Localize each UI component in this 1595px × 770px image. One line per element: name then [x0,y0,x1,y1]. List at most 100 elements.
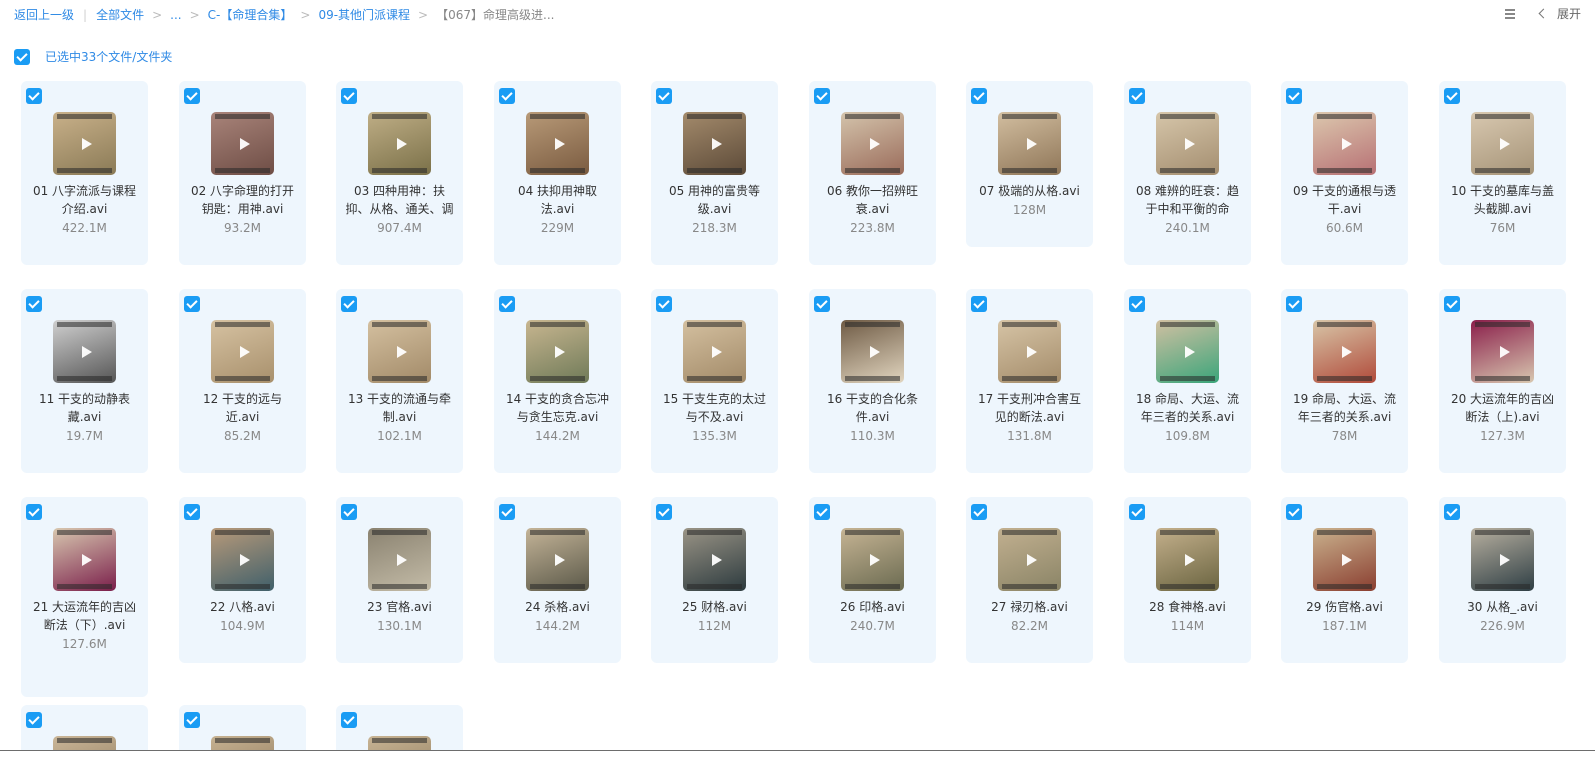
file-checkbox[interactable] [971,504,987,520]
file-checkbox[interactable] [184,712,200,728]
file-card[interactable]: 13 干支的流通与牵制.avi 102.1M [336,289,463,473]
file-checkbox[interactable] [1286,504,1302,520]
file-checkbox[interactable] [1444,296,1460,312]
file-card[interactable]: 16 干支的合化条件.avi 110.3M [809,289,936,473]
file-checkbox[interactable] [26,712,42,728]
file-name[interactable]: 27 禄刃格.avi [974,598,1085,616]
file-checkbox[interactable] [184,296,200,312]
file-name[interactable]: 29 伤官格.avi [1289,598,1400,616]
file-checkbox[interactable] [1286,296,1302,312]
file-checkbox[interactable] [656,296,672,312]
file-checkbox[interactable] [1286,88,1302,104]
file-checkbox[interactable] [341,88,357,104]
back-link[interactable]: 返回上一级 [14,6,74,23]
file-name[interactable]: 21 大运流年的吉凶断法（下）.avi [29,598,140,634]
file-name[interactable]: 03 四种用神：扶抑、从格、通关、调候.avi [344,182,455,218]
file-card[interactable]: 19 命局、大运、流年三者的关系.avi 78M [1281,289,1408,473]
file-name[interactable]: 09 干支的通根与透干.avi [1289,182,1400,218]
file-checkbox[interactable] [656,88,672,104]
file-name[interactable]: 14 干支的贪合忘冲与贪生忘克.avi [502,390,613,426]
file-checkbox[interactable] [971,88,987,104]
file-checkbox[interactable] [26,504,42,520]
file-checkbox[interactable] [184,88,200,104]
file-card[interactable]: 29 伤官格.avi 187.1M [1281,497,1408,663]
breadcrumb-ellipsis[interactable]: ... [170,8,181,22]
file-card[interactable]: 23 官格.avi 130.1M [336,497,463,663]
file-card[interactable]: 30 从格_.avi 226.9M [1439,497,1566,663]
file-checkbox[interactable] [814,296,830,312]
file-card[interactable]: 28 食神格.avi 114M [1124,497,1251,663]
file-card[interactable]: 02 八字命理的打开钥匙：用神.avi 93.2M [179,81,306,265]
expand-button[interactable]: 展开 [1538,5,1581,22]
file-card[interactable]: 25 财格.avi 112M [651,497,778,663]
file-checkbox[interactable] [1444,504,1460,520]
file-name[interactable]: 01 八字流派与课程介绍.avi [29,182,140,218]
file-card[interactable]: 11 干支的动静表藏.avi 19.7M [21,289,148,473]
file-checkbox[interactable] [184,504,200,520]
file-name[interactable]: 15 干支生克的太过与不及.avi [659,390,770,426]
file-card[interactable]: 03 四种用神：扶抑、从格、通关、调候.avi 907.4M [336,81,463,265]
file-name[interactable]: 19 命局、大运、流年三者的关系.avi [1289,390,1400,426]
file-name[interactable]: 18 命局、大运、流年三者的关系.avi [1132,390,1243,426]
file-checkbox[interactable] [341,504,357,520]
file-name[interactable]: 12 干支的远与近.avi [187,390,298,426]
file-name[interactable]: 13 干支的流通与牵制.avi [344,390,455,426]
file-checkbox[interactable] [499,504,515,520]
file-card[interactable]: 15 干支生克的太过与不及.avi 135.3M [651,289,778,473]
file-name[interactable]: 16 干支的合化条件.avi [817,390,928,426]
file-checkbox[interactable] [814,88,830,104]
file-card[interactable]: 18 命局、大运、流年三者的关系.avi 109.8M [1124,289,1251,473]
file-name[interactable]: 20 大运流年的吉凶断法（上).avi [1447,390,1558,426]
file-checkbox[interactable] [26,296,42,312]
file-name[interactable]: 08 难辨的旺衰：趋于中和平衡的命局.avi [1132,182,1243,218]
file-checkbox[interactable] [971,296,987,312]
file-card[interactable]: 06 教你一招辨旺衰.avi 223.8M [809,81,936,265]
file-name[interactable]: 02 八字命理的打开钥匙：用神.avi [187,182,298,218]
file-card[interactable]: 04 扶抑用神取法.avi 229M [494,81,621,265]
file-name[interactable]: 23 官格.avi [344,598,455,616]
file-card[interactable]: 08 难辨的旺衰：趋于中和平衡的命局.avi 240.1M [1124,81,1251,265]
file-card[interactable]: 24 杀格.avi 144.2M [494,497,621,663]
file-card[interactable]: 21 大运流年的吉凶断法（下）.avi 127.6M [21,497,148,697]
file-checkbox[interactable] [656,504,672,520]
breadcrumb-mingli-collection[interactable]: C-【命理合集】 [208,6,293,23]
file-name[interactable]: 10 干支的墓库与盖头截脚.avi [1447,182,1558,218]
file-checkbox[interactable] [814,504,830,520]
file-card[interactable]: 05 用神的富贵等级.avi 218.3M [651,81,778,265]
list-view-icon[interactable] [1504,8,1516,20]
file-checkbox[interactable] [499,296,515,312]
select-all-checkbox[interactable] [14,48,30,65]
file-card[interactable]: 01 八字流派与课程介绍.avi 422.1M [21,81,148,265]
file-card[interactable]: 14 干支的贪合忘冲与贪生忘克.avi 144.2M [494,289,621,473]
file-checkbox[interactable] [1129,504,1145,520]
file-name[interactable]: 04 扶抑用神取法.avi [502,182,613,218]
file-name[interactable]: 26 印格.avi [817,598,928,616]
file-card[interactable]: 12 干支的远与近.avi 85.2M [179,289,306,473]
file-card[interactable]: 07 极端的从格.avi 128M [966,81,1093,247]
file-checkbox[interactable] [1129,88,1145,104]
file-name[interactable]: 25 财格.avi [659,598,770,616]
file-name[interactable]: 28 食神格.avi [1132,598,1243,616]
breadcrumb-other-schools[interactable]: 09-其他门派课程 [318,6,410,23]
file-card[interactable]: 10 干支的墓库与盖头截脚.avi 76M [1439,81,1566,265]
file-card[interactable]: 22 八格.avi 104.9M [179,497,306,663]
file-card[interactable]: 09 干支的通根与透干.avi 60.6M [1281,81,1408,265]
file-checkbox[interactable] [1444,88,1460,104]
file-checkbox[interactable] [341,712,357,728]
file-checkbox[interactable] [499,88,515,104]
file-name[interactable]: 22 八格.avi [187,598,298,616]
file-name[interactable]: 06 教你一招辨旺衰.avi [817,182,928,218]
file-card[interactable]: 26 印格.avi 240.7M [809,497,936,663]
file-card[interactable]: 20 大运流年的吉凶断法（上).avi 127.3M [1439,289,1566,473]
file-checkbox[interactable] [341,296,357,312]
breadcrumb-all-files[interactable]: 全部文件 [96,6,144,23]
file-checkbox[interactable] [26,88,42,104]
file-name[interactable]: 24 杀格.avi [502,598,613,616]
file-name[interactable]: 11 干支的动静表藏.avi [29,390,140,426]
file-name[interactable]: 07 极端的从格.avi [974,182,1085,200]
file-name[interactable]: 05 用神的富贵等级.avi [659,182,770,218]
file-card[interactable]: 27 禄刃格.avi 82.2M [966,497,1093,663]
file-name[interactable]: 17 干支刑冲合害互见的断法.avi [974,390,1085,426]
file-card[interactable]: 17 干支刑冲合害互见的断法.avi 131.8M [966,289,1093,473]
file-name[interactable]: 30 从格_.avi [1447,598,1558,616]
